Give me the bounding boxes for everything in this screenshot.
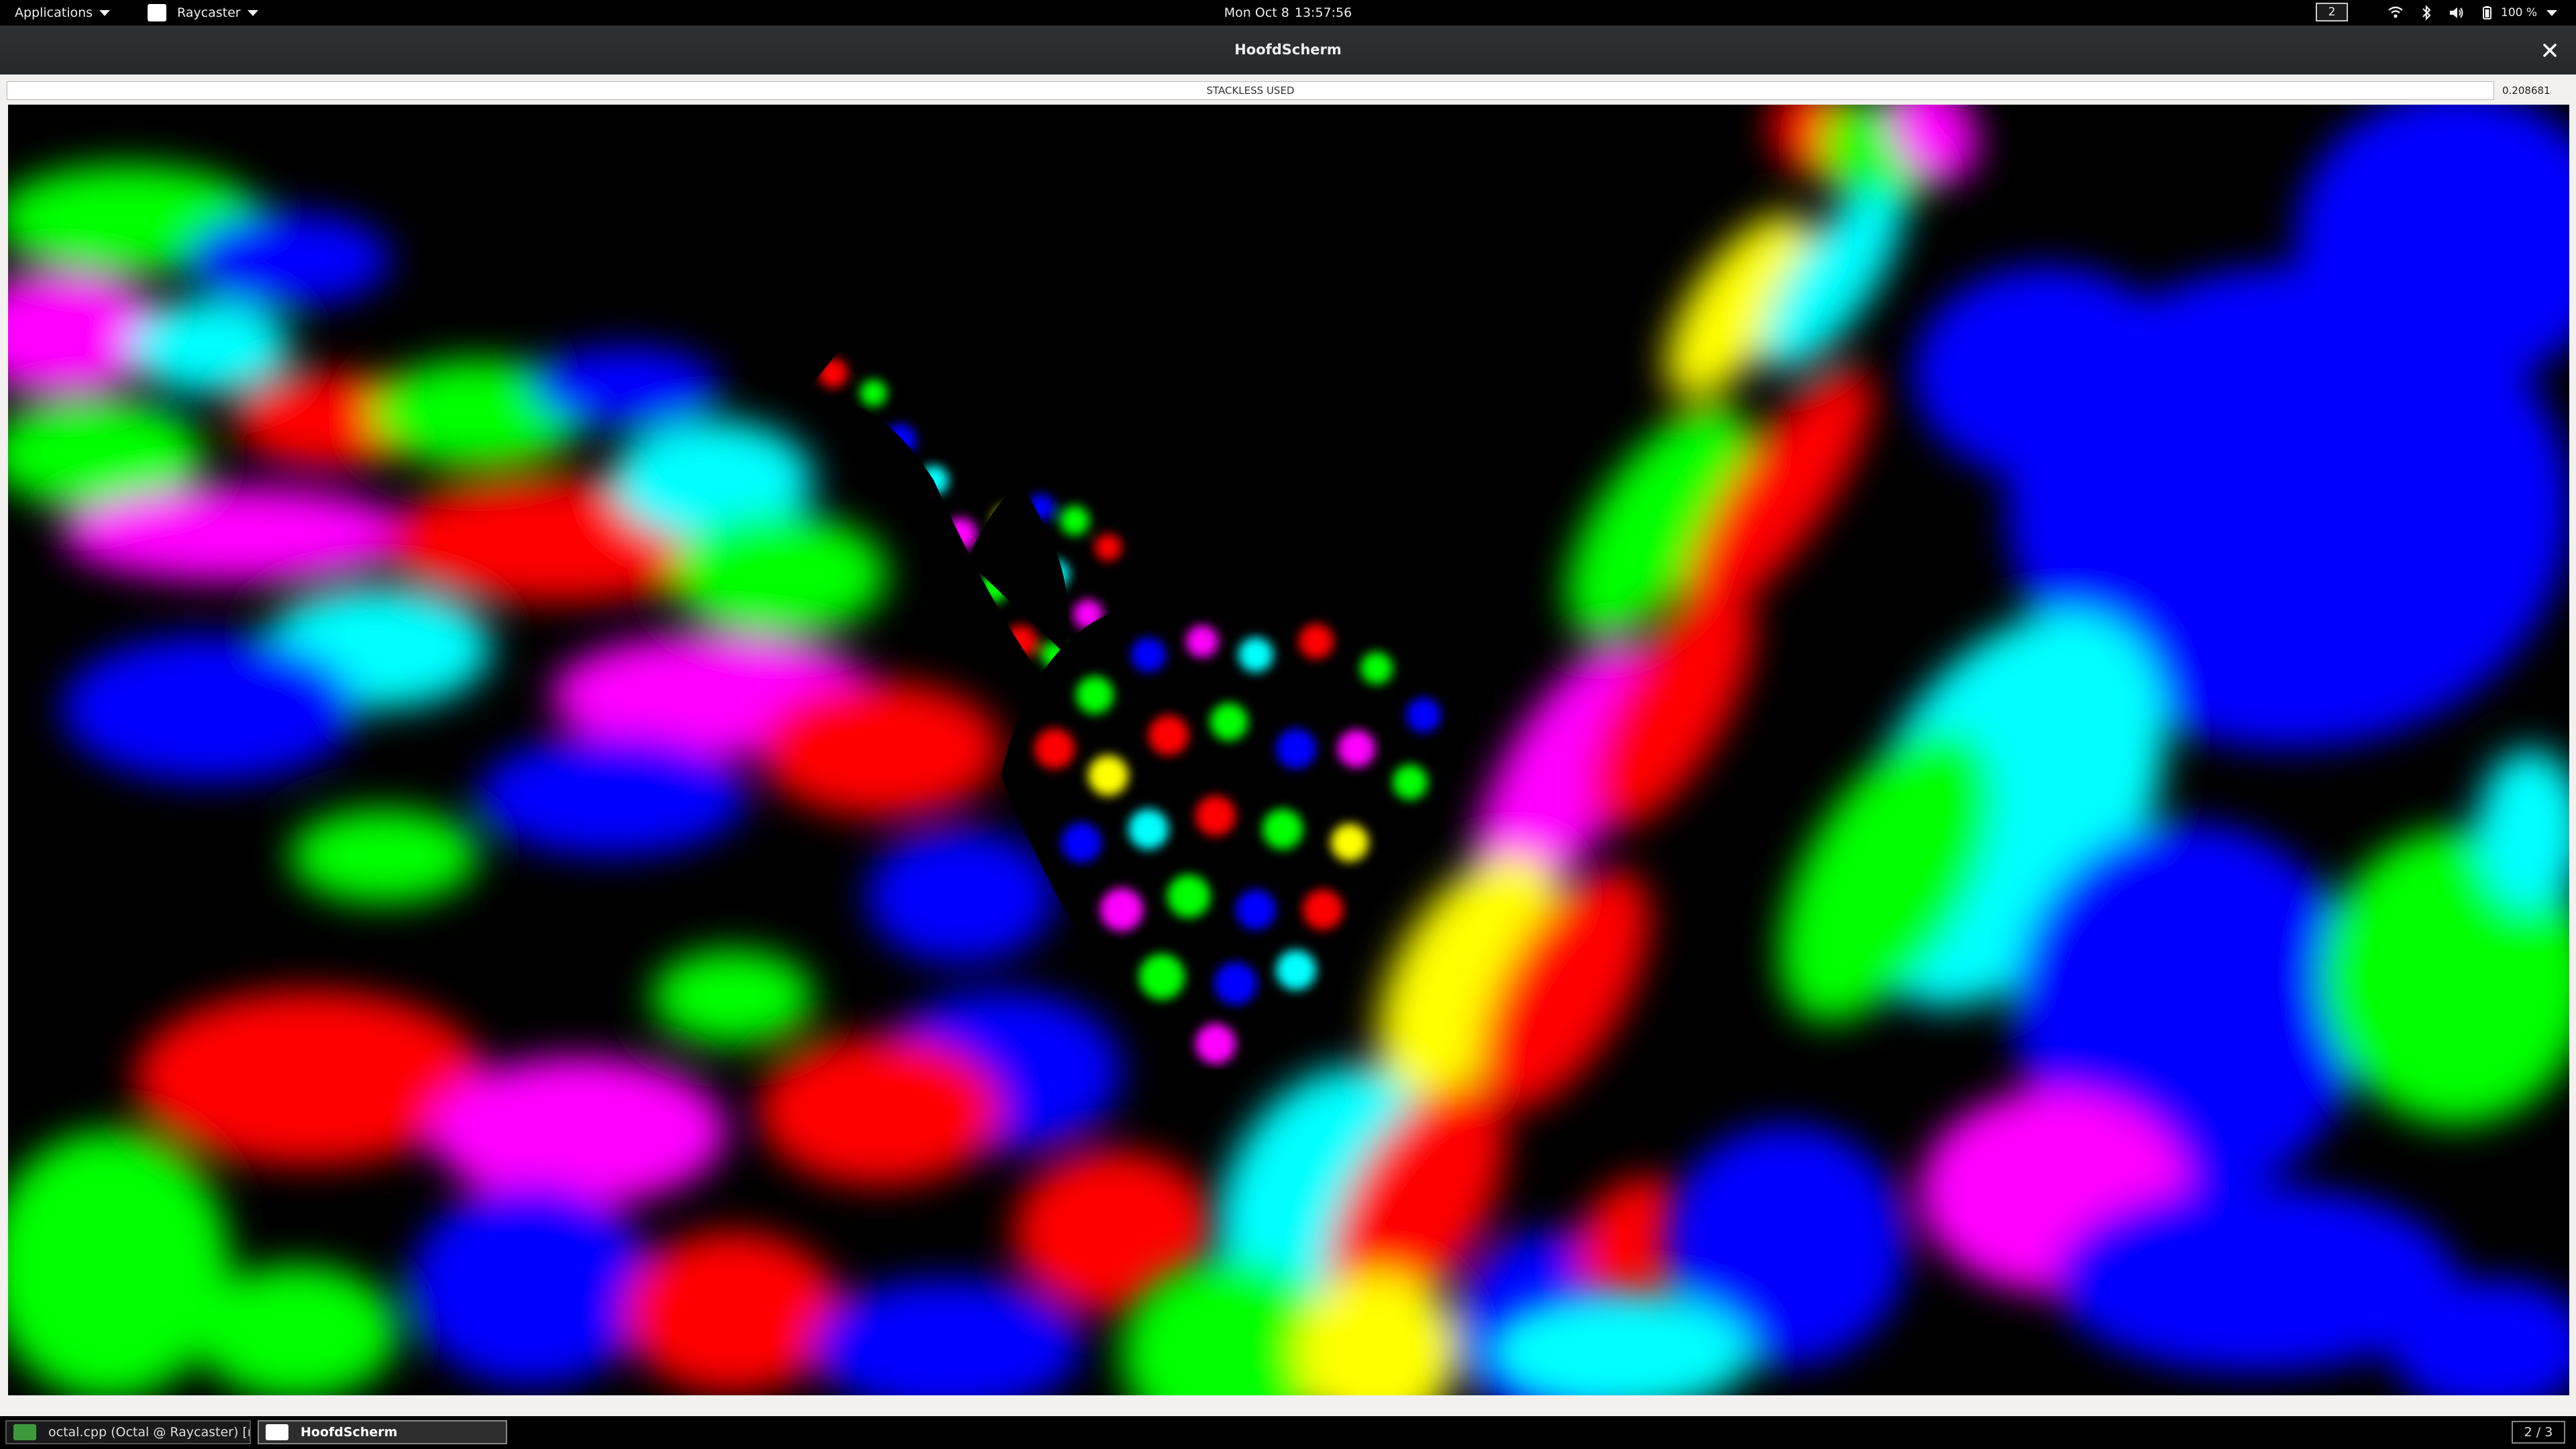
battery-percentage: 100 % bbox=[2501, 6, 2538, 19]
rendered-scene bbox=[8, 105, 2569, 1395]
close-icon[interactable] bbox=[2540, 40, 2560, 60]
status-text: STACKLESS USED bbox=[1206, 85, 1295, 97]
workspace-indicator[interactable]: 2 bbox=[2316, 3, 2348, 21]
taskbar-item-label: octal.cpp (Octal @ Raycaster) [m... bbox=[48, 1425, 251, 1440]
top-panel: Applications Raycaster Mon Oct 8 13:57:5… bbox=[0, 0, 2576, 25]
battery-icon[interactable] bbox=[2478, 4, 2496, 21]
workspace-number: 2 bbox=[2328, 5, 2336, 19]
window-title: HoofdScherm bbox=[1234, 42, 1342, 58]
window-titlebar[interactable]: HoofdScherm bbox=[0, 25, 2576, 74]
status-field: STACKLESS USED bbox=[7, 81, 2494, 100]
bluetooth-icon[interactable] bbox=[2418, 4, 2435, 21]
clock-time: 13:57:56 bbox=[1294, 5, 1352, 20]
bottom-taskbar: octal.cpp (Octal @ Raycaster) [m... Hoof… bbox=[0, 1416, 2576, 1449]
taskbar-item-label: HoofdScherm bbox=[301, 1425, 398, 1440]
qt-creator-icon bbox=[13, 1424, 36, 1440]
frame-time-readout: 0.208681 bbox=[2502, 85, 2551, 97]
volume-icon[interactable] bbox=[2447, 4, 2465, 21]
taskbar-item-octal-cpp[interactable]: octal.cpp (Octal @ Raycaster) [m... bbox=[5, 1420, 251, 1444]
workspace-switcher-label: 2 / 3 bbox=[2524, 1425, 2553, 1440]
window-content: STACKLESS USED 0.208681 bbox=[0, 74, 2576, 1416]
workspace-switcher[interactable]: 2 / 3 bbox=[2512, 1421, 2565, 1444]
taskbar-item-hoofdscherm[interactable]: HoofdScherm bbox=[258, 1420, 507, 1444]
window-icon bbox=[266, 1424, 288, 1440]
status-menu-chevron-icon[interactable] bbox=[2546, 10, 2557, 16]
wifi-icon[interactable] bbox=[2387, 4, 2404, 21]
clock[interactable]: Mon Oct 8 13:57:56 bbox=[0, 0, 2576, 25]
raycaster-render-view[interactable] bbox=[8, 105, 2569, 1395]
clock-date: Mon Oct 8 bbox=[1224, 5, 1289, 20]
